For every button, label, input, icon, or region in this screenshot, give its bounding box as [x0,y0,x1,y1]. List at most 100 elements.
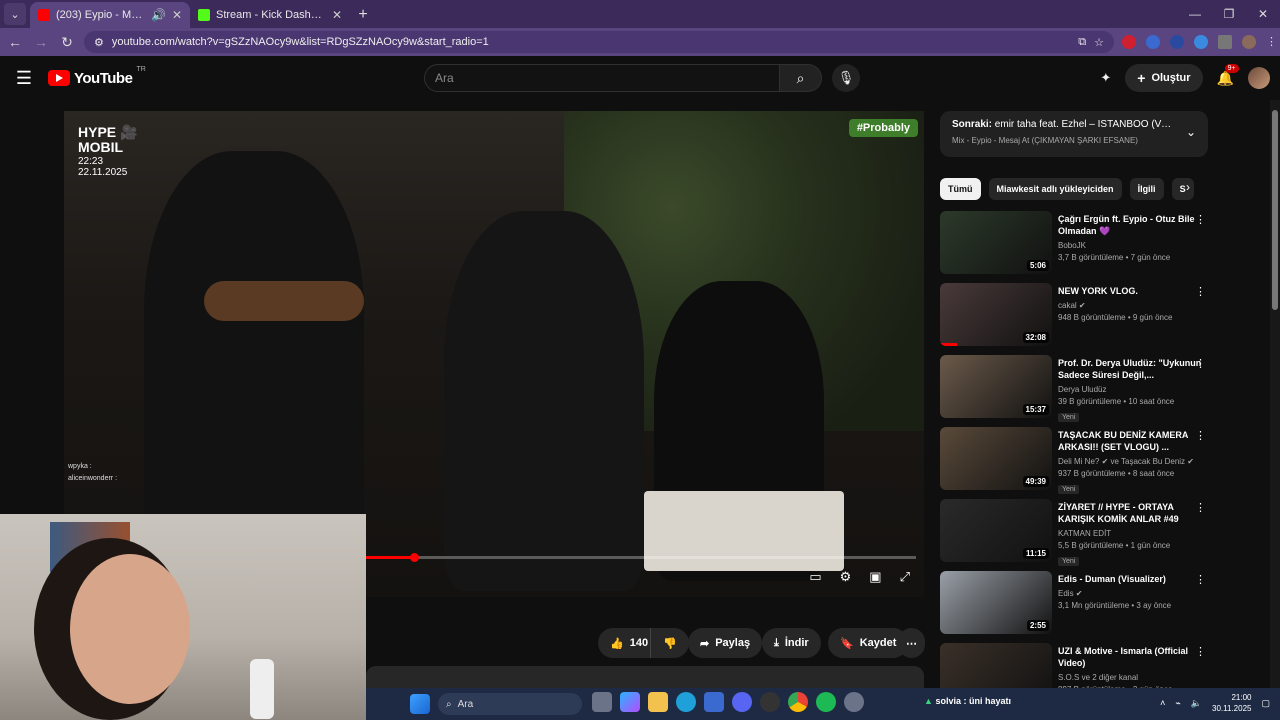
more-vertical-icon[interactable]: ⋮ [1195,213,1206,226]
search-button[interactable]: ⌕ [780,64,822,92]
more-vertical-icon[interactable]: ⋮ [1195,357,1206,370]
more-vertical-icon[interactable]: ⋮ [1195,429,1206,442]
clock[interactable]: 21:00 30.11.2025 [1212,692,1251,714]
channel-name[interactable]: cakal ✔ [1058,301,1210,310]
new-tab-button[interactable]: + [350,6,376,24]
avatar[interactable] [1248,67,1270,89]
obs-icon[interactable] [760,692,780,712]
chip-all[interactable]: Tümü [940,178,981,200]
url-field[interactable]: ⚙ youtube.com/watch?v=gSZzNAOcy9w&list=R… [84,31,1114,53]
more-actions-button[interactable]: ⋯ [898,628,925,658]
settings-icon[interactable] [844,692,864,712]
share-button[interactable]: ➦ Paylaş [688,628,763,658]
task-view-icon[interactable] [592,692,612,712]
back-icon[interactable]: ← [6,34,24,50]
chevron-right-icon[interactable]: › [1186,180,1190,194]
more-vertical-icon[interactable]: ⋮ [1195,645,1206,658]
recommendation-item[interactable]: 15:37 Prof. Dr. Derya Uludüz: "Uykunun S… [940,355,1210,427]
chip-related[interactable]: İlgili [1129,178,1164,200]
speaker-icon[interactable]: 🔊 [151,8,166,22]
site-info-icon[interactable]: ⚙ [94,36,104,49]
dislike-button[interactable]: 👎 [650,628,689,658]
spotify-icon[interactable] [816,692,836,712]
taskbar-search[interactable]: ⌕ Ara [438,693,582,715]
tab-search-button[interactable]: ⌄ [4,3,26,25]
video-thumbnail[interactable]: 11:15 [940,499,1052,562]
recommendation-item[interactable]: 5:06 Çağrı Ergün ft. Eypio - Otuz Bile O… [940,211,1210,283]
up-next-panel[interactable]: Sonraki: emir taha feat. Ezhel – İSTANBO… [940,111,1208,157]
more-vertical-icon[interactable]: ⋮ [1195,573,1206,586]
video-title[interactable]: Edis - Duman (Visualizer) [1058,573,1210,585]
recommendation-item[interactable]: 11:15 ZİYARET // HYPE - ORTAYA KARIŞIK K… [940,499,1210,571]
page-scrollbar[interactable] [1270,100,1280,688]
menu-hamburger-icon[interactable]: ☰ [0,68,48,89]
recommendation-item[interactable]: 49:39 TAŞACAK BU DENİZ KAMERA ARKASI!! (… [940,427,1210,499]
save-button[interactable]: 🔖 Kaydet [828,628,909,658]
video-thumbnail[interactable]: 2:55 [940,571,1052,634]
extensions-puzzle-icon[interactable] [1218,35,1232,49]
restore-icon[interactable]: ❐ [1212,7,1246,21]
taskbar-widget[interactable]: ▲ solvia : üni hayatı [924,696,1011,706]
youtube-logo[interactable]: YouTube TR [48,66,146,87]
video-title[interactable]: TAŞACAK BU DENİZ KAMERA ARKASI!! (SET VL… [1058,429,1210,453]
tab-close-icon[interactable]: ✕ [332,8,342,22]
chevron-up-icon[interactable]: ˄ [1160,698,1165,708]
description-box[interactable] [366,666,924,688]
volume-icon[interactable]: 🔈 [1191,698,1202,709]
reload-icon[interactable]: ↻ [58,34,76,51]
video-thumbnail[interactable]: 49:39 [940,427,1052,490]
file-explorer-icon[interactable] [648,692,668,712]
channel-name[interactable]: Deli Mi Ne? ✔ ve Taşacak Bu Deniz ✔ [1058,457,1210,466]
chip-uploader[interactable]: Miawkesit adlı yükleyiciden [988,178,1122,200]
video-title[interactable]: NEW YORK VLOG. [1058,285,1210,297]
channel-name[interactable]: Derya Uludüz [1058,385,1210,394]
extension-blue-icon[interactable] [1194,35,1208,49]
recommendation-item[interactable]: 2:55 Edis - Duman (Visualizer) Edis ✔ 3,… [940,571,1210,643]
minimize-icon[interactable]: — [1178,7,1212,21]
tab-kick[interactable]: Stream - Kick Dashboard ✕ [190,2,350,28]
video-title[interactable]: Prof. Dr. Derya Uludüz: "Uykunun Sadece … [1058,357,1210,381]
voice-search-button[interactable]: 🎙 [832,64,860,92]
video-title[interactable]: Çağrı Ergün ft. Eypio - Otuz Bile Olmada… [1058,213,1210,237]
store-icon[interactable] [704,692,724,712]
settings-gear-icon[interactable]: ⚙ [840,569,852,585]
edge-icon[interactable] [676,692,696,712]
chrome-icon[interactable] [788,692,808,712]
recommendation-item[interactable]: 32:08 NEW YORK VLOG. cakal ✔ 948 B görün… [940,283,1210,355]
discord-icon[interactable] [732,692,752,712]
close-window-icon[interactable]: ✕ [1246,7,1280,21]
forward-icon[interactable]: → [32,34,50,50]
chip-more[interactable]: S [1171,178,1194,200]
network-icon[interactable]: ⌁ [1175,698,1180,709]
create-button[interactable]: + Oluştur [1125,64,1203,92]
download-button[interactable]: ⤓ İndir [762,628,821,658]
extension-translate-icon[interactable] [1146,35,1160,49]
channel-name[interactable]: Edis ✔ [1058,589,1210,598]
copilot-icon[interactable] [620,692,640,712]
channel-name[interactable]: BoboJK [1058,241,1210,250]
windows-start-icon[interactable] [410,694,430,714]
tab-close-icon[interactable]: ✕ [172,8,182,22]
tab-youtube[interactable]: (203) Eypio - Mesaj At (ÇIKMAYAN ŞARKI E… [30,2,190,28]
chevron-down-icon[interactable]: ⌄ [1186,125,1196,139]
video-thumbnail[interactable]: 32:08 [940,283,1052,346]
browser-menu-icon[interactable]: ⋮ [1266,35,1277,49]
video-title[interactable]: ZİYARET // HYPE - ORTAYA KARIŞIK KOMİK A… [1058,501,1210,525]
video-thumbnail[interactable]: 15:37 [940,355,1052,418]
bookmark-star-icon[interactable]: ☆ [1094,36,1104,49]
channel-name[interactable]: KATMAN EDİT [1058,529,1210,538]
extension-audio-icon[interactable] [1170,35,1184,49]
notifications-button[interactable]: 🔔 9+ [1217,63,1239,87]
notification-center-icon[interactable]: ▢ [1261,698,1270,709]
more-vertical-icon[interactable]: ⋮ [1195,285,1206,298]
profile-avatar-icon[interactable] [1242,35,1256,49]
search-input[interactable]: Ara [424,64,780,92]
more-vertical-icon[interactable]: ⋮ [1195,501,1206,514]
scrollbar-thumb[interactable] [1272,110,1278,310]
fullscreen-icon[interactable]: ⤢ [900,569,910,585]
channel-name[interactable]: S.O.S ve 2 diğer kanal [1058,673,1210,682]
chat-bubble-icon[interactable]: ✦ [1100,70,1111,86]
extension-red-icon[interactable] [1122,35,1136,49]
subtitles-icon[interactable]: ▭ [809,569,821,585]
video-title[interactable]: UZI & Motive - Ismarla (Official Video) [1058,645,1210,669]
